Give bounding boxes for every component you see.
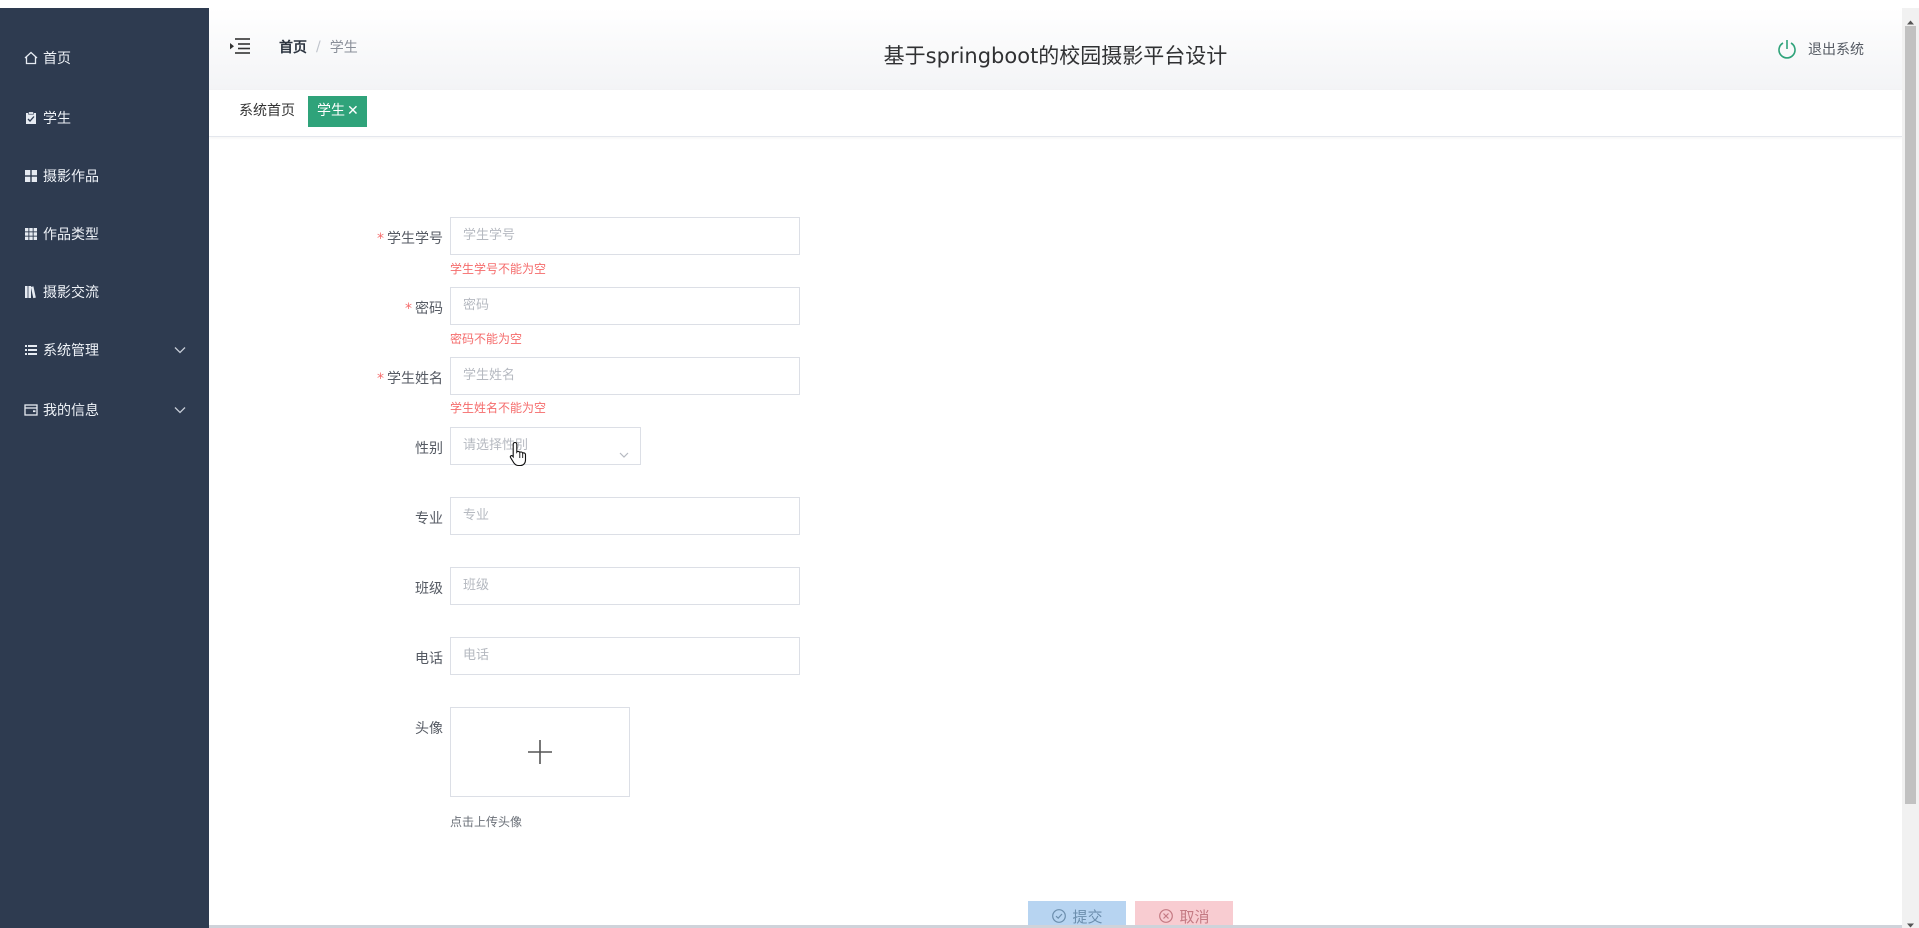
student-form: * 学生学号 学生学号 学生学号不能为空 * 密码 密码 密码不能为空 * 学生姓名 … [209, 137, 1902, 928]
clipboard-icon [23, 110, 39, 126]
student-name-label: * 学生姓名 [377, 371, 443, 387]
password-label: * 密码 [405, 301, 443, 317]
plus-icon [528, 740, 552, 764]
wallet-icon [23, 402, 39, 418]
gender-label: 性别 [415, 441, 443, 457]
sidebar-item-label: 系统管理 [43, 343, 99, 359]
page-scrollbar[interactable] [1902, 8, 1919, 928]
avatar-hint: 点击上传头像 [450, 815, 523, 829]
sidebar-item-my-info[interactable]: 我的信息 [0, 390, 209, 430]
sidebar-item-system-management[interactable]: 系统管理 [0, 330, 209, 370]
major-label: 专业 [415, 511, 443, 527]
home-icon [23, 50, 39, 66]
submit-label: 提交 [1072, 907, 1103, 926]
tab-student[interactable]: 学生 ✕ [308, 96, 367, 127]
student-id-error: 学生学号不能为空 [450, 262, 547, 276]
chevron-down-icon [618, 440, 630, 458]
phone-label: 电话 [415, 651, 443, 667]
logout-label: 退出系统 [1808, 42, 1864, 58]
student-id-input[interactable]: 学生学号 [450, 217, 800, 255]
list-icon [23, 342, 39, 358]
apps-icon [23, 226, 39, 242]
app-root: 首页 学生 摄影作品 作品类型 摄影交流 系统管理 我的信息 首页 / 学生 基… [0, 0, 1919, 928]
gender-select[interactable]: 请选择性别 [450, 427, 641, 465]
scroll-thumb[interactable] [1905, 26, 1916, 804]
close-circle-icon [1158, 908, 1174, 924]
tab-bar: 系统首页 学生 ✕ [209, 90, 1902, 137]
sidebar-item-label: 摄影交流 [43, 285, 99, 301]
sidebar-item-label: 首页 [43, 51, 71, 67]
logout-button[interactable]: 退出系统 [1776, 38, 1864, 60]
avatar-label: 头像 [415, 721, 443, 737]
power-icon [1776, 38, 1798, 60]
sidebar-item-work-types[interactable]: 作品类型 [0, 214, 209, 254]
sidebar-item-student[interactable]: 学生 [0, 98, 209, 138]
major-input[interactable]: 专业 [450, 497, 800, 535]
tab-label: 学生 [317, 103, 345, 119]
sidebar-item-label: 摄影作品 [43, 169, 99, 185]
sidebar: 首页 学生 摄影作品 作品类型 摄影交流 系统管理 我的信息 [0, 8, 209, 928]
cancel-button[interactable]: 取消 [1135, 901, 1233, 928]
student-name-input[interactable]: 学生姓名 [450, 357, 800, 395]
sidebar-item-label: 我的信息 [43, 403, 99, 419]
class-input[interactable]: 班级 [450, 567, 800, 605]
sidebar-item-home[interactable]: 首页 [0, 38, 209, 78]
avatar-upload[interactable] [450, 707, 630, 797]
password-error: 密码不能为空 [450, 332, 523, 346]
class-label: 班级 [415, 581, 443, 597]
sidebar-item-label: 学生 [43, 111, 71, 127]
required-mark: * [377, 231, 384, 247]
required-mark: * [377, 371, 384, 387]
submit-button[interactable]: 提交 [1028, 901, 1126, 928]
check-circle-icon [1051, 908, 1067, 924]
student-name-error: 学生姓名不能为空 [450, 401, 547, 415]
sidebar-item-label: 作品类型 [43, 227, 99, 243]
required-mark: * [405, 301, 412, 317]
hand-cursor-icon [509, 441, 529, 467]
student-id-label: * 学生学号 [377, 231, 443, 247]
chevron-down-icon [173, 343, 187, 357]
close-icon[interactable]: ✕ [347, 103, 359, 119]
library-icon [23, 284, 39, 300]
chevron-down-icon [173, 403, 187, 417]
sidebar-item-photo-exchange[interactable]: 摄影交流 [0, 272, 209, 312]
phone-input[interactable]: 电话 [450, 637, 800, 675]
password-input[interactable]: 密码 [450, 287, 800, 325]
tab-system-home[interactable]: 系统首页 [231, 96, 303, 127]
cancel-label: 取消 [1179, 907, 1210, 926]
page-title: 基于springboot的校园摄影平台设计 [883, 44, 1228, 68]
scroll-up-arrow-icon[interactable] [1906, 12, 1915, 25]
top-header: 首页 / 学生 基于springboot的校园摄影平台设计 退出系统 [209, 8, 1902, 90]
sidebar-item-photo-works[interactable]: 摄影作品 [0, 156, 209, 196]
scroll-down-arrow-icon[interactable] [1906, 915, 1915, 928]
grid-icon [23, 168, 39, 184]
